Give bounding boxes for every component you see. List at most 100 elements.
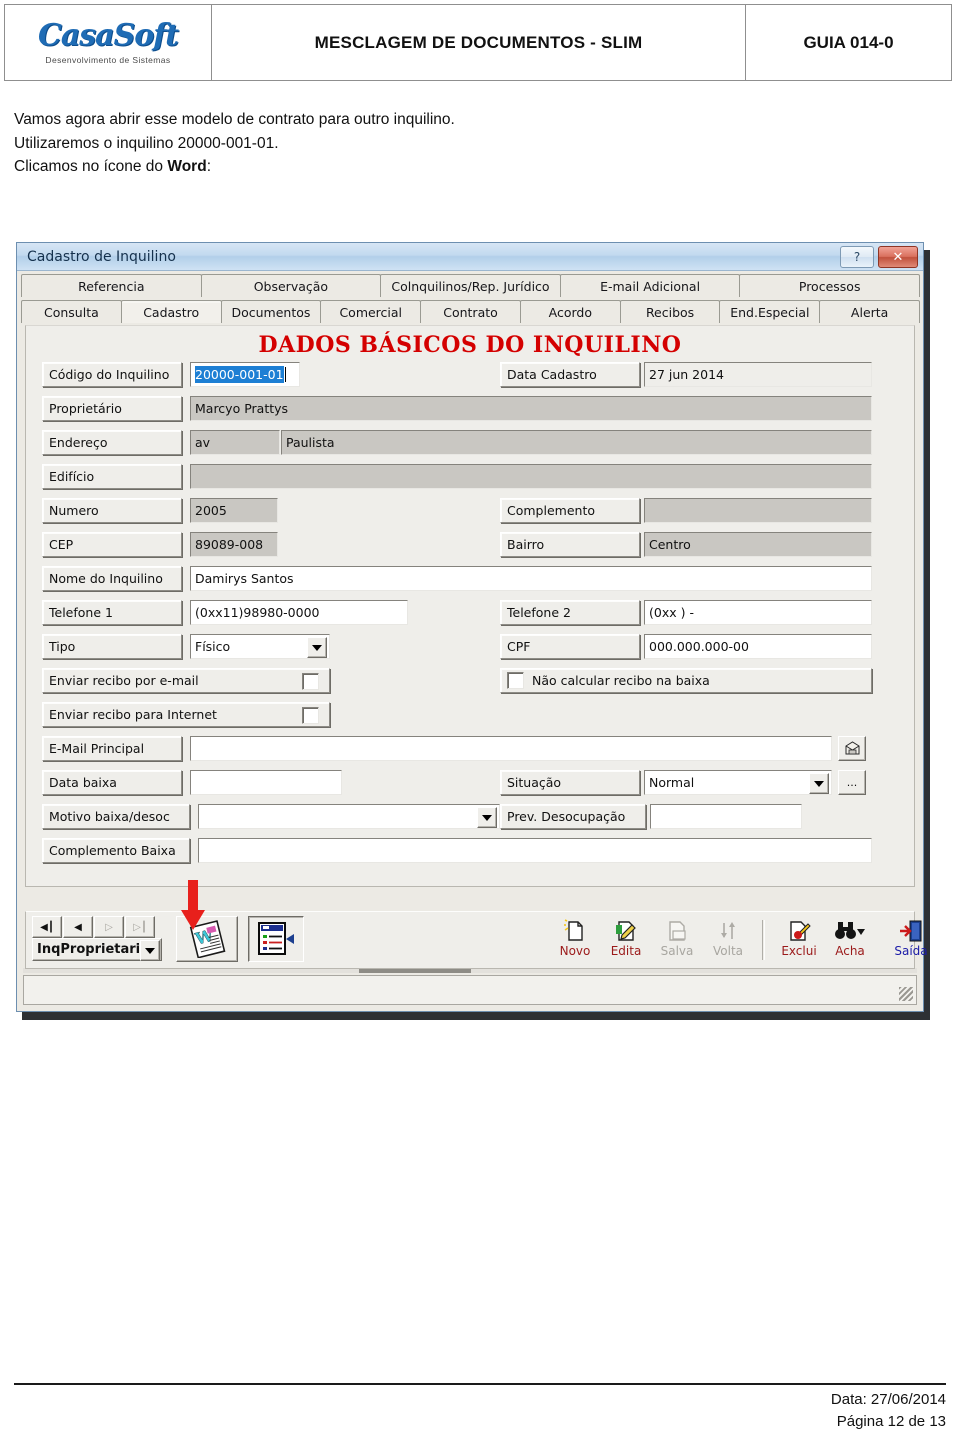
tab-email-adicional[interactable]: E-mail Adicional [559, 274, 741, 297]
first-record-icon[interactable]: ◀┃ [32, 916, 62, 938]
undo-icon [716, 917, 740, 943]
codigo-value: 20000-001-01 [195, 366, 284, 383]
codigo-label: Código do Inquilino [42, 362, 182, 387]
proprietario-input[interactable]: Marcyo Prattys [190, 396, 872, 421]
complemento-baixa-input[interactable] [198, 838, 872, 863]
saida-button[interactable]: Saída [886, 917, 936, 963]
binoculars-search-icon [834, 917, 866, 943]
prev-record-icon[interactable]: ◀ [63, 916, 93, 938]
edita-button[interactable]: Edita [601, 917, 651, 963]
numero-input[interactable]: 2005 [190, 498, 278, 523]
tab-processos[interactable]: Processos [739, 274, 920, 297]
close-button[interactable]: ✕ [878, 246, 918, 268]
header-guide-text: GUIA 014-0 [803, 32, 894, 52]
complemento-label: Complemento [500, 498, 640, 523]
novo-button[interactable]: Novo [550, 917, 600, 963]
tab-contrato[interactable]: Contrato [420, 300, 521, 323]
form-row-endereco: Endereço av Paulista [32, 430, 908, 459]
telefone1-label: Telefone 1 [42, 600, 182, 625]
recibo-internet-checkbox-row[interactable]: Enviar recibo para Internet [42, 702, 330, 727]
bottom-toolbar: ◀┃ ◀ ▷ ▷┃ InqProprietari W Novo Edita Sa… [25, 911, 928, 969]
acha-button[interactable]: Acha [825, 917, 875, 963]
chevron-down-icon[interactable] [809, 773, 829, 794]
complemento-input[interactable] [644, 498, 872, 523]
toolbar-separator [762, 920, 765, 960]
form-row-proprietario: Proprietário Marcyo Prattys [32, 396, 908, 425]
codigo-input[interactable]: 20000-001-01 [190, 362, 300, 387]
tab-observacao[interactable]: Observação [200, 274, 382, 297]
form-row-data-baixa: Data baixa Situação Normal ... [32, 770, 908, 799]
exclui-button[interactable]: Exclui [774, 917, 824, 963]
salva-button[interactable]: Salva [652, 917, 702, 963]
tab-cadastro[interactable]: Cadastro [120, 300, 222, 323]
chevron-down-icon[interactable] [140, 940, 160, 961]
edificio-input[interactable] [190, 464, 872, 489]
prev-desocupacao-input[interactable] [650, 804, 802, 829]
window-titlebar: Cadastro de Inquilino ? ✕ [17, 243, 923, 271]
telefone1-input[interactable]: (0xx11)98980-0000 [190, 600, 408, 625]
tipo-select[interactable]: Físico [190, 634, 330, 659]
cep-input[interactable]: 89089-008 [190, 532, 278, 557]
next-record-icon[interactable]: ▷ [94, 916, 124, 938]
telefone2-input[interactable]: (0xx ) - [644, 600, 872, 625]
edificio-label: Edifício [42, 464, 182, 489]
endereco-input[interactable]: Paulista [281, 430, 872, 455]
resize-grip-icon[interactable] [899, 987, 913, 1001]
bairro-label: Bairro [500, 532, 640, 557]
instruction-line-2: Utilizaremos o inquilino 20000-001-01. [14, 134, 279, 152]
recibo-email-checkbox-row[interactable]: Enviar recibo por e-mail [42, 668, 330, 693]
situacao-value: Normal [649, 775, 695, 790]
source-select[interactable]: InqProprietari [32, 938, 162, 961]
nao-calcular-checkbox[interactable] [507, 672, 524, 689]
email-send-icon[interactable] [838, 736, 866, 761]
tab-alerta[interactable]: Alerta [819, 300, 921, 323]
record-navigation: ◀┃ ◀ ▷ ▷┃ [32, 916, 156, 938]
data-cadastro-input[interactable]: 27 jun 2014 [644, 362, 872, 387]
chevron-down-icon[interactable] [307, 637, 327, 658]
situacao-label: Situação [500, 770, 640, 795]
tab-referencia[interactable]: Referencia [21, 274, 202, 297]
form-row-tipo: Tipo Físico CPF 000.000.000-00 [32, 634, 908, 663]
tab-recibos[interactable]: Recibos [619, 300, 721, 323]
footer: Data: 27/06/2014 Página 12 de 13 [831, 1389, 946, 1433]
last-record-icon[interactable]: ▷┃ [125, 916, 155, 938]
tab-end-especial[interactable]: End.Especial [719, 300, 821, 323]
cpf-input[interactable]: 000.000.000-00 [644, 634, 872, 659]
salva-label: Salva [660, 944, 694, 958]
nome-label: Nome do Inquilino [42, 566, 182, 591]
bairro-input[interactable]: Centro [644, 532, 872, 557]
instruction-text: Vamos agora abrir esse modelo de contrat… [14, 108, 914, 179]
recibo-internet-checkbox[interactable] [302, 707, 319, 724]
saida-label: Saída [894, 944, 928, 958]
chevron-down-icon[interactable] [477, 807, 497, 828]
window-title: Cadastro de Inquilino [27, 248, 176, 265]
situacao-select[interactable]: Normal [644, 770, 832, 795]
form-panel: DADOS BÁSICOS DO INQUILINO Código do Inq… [25, 325, 915, 887]
acha-label: Acha [835, 944, 865, 958]
nao-calcular-checkbox-row[interactable]: Não calcular recibo na baixa [500, 668, 872, 693]
form-row-motivo: Motivo baixa/desoc Prev. Desocupação [32, 804, 908, 833]
recibo-email-checkbox[interactable] [302, 673, 319, 690]
volta-button[interactable]: Volta [703, 917, 753, 963]
footer-date: Data: 27/06/2014 [830, 1391, 946, 1408]
situacao-more-button[interactable]: ... [838, 770, 866, 795]
data-baixa-input[interactable] [190, 770, 342, 795]
tab-documentos[interactable]: Documentos [220, 300, 322, 323]
report-button[interactable] [248, 916, 304, 962]
tab-acordo[interactable]: Acordo [519, 300, 621, 323]
email-principal-input[interactable] [190, 736, 832, 761]
form-row-edificio: Edifício [32, 464, 908, 493]
tab-colnquilinos[interactable]: Colnquilinos/Rep. Jurídico [380, 274, 561, 297]
header-title: MESCLAGEM DE DOCUMENTOS - SLIM [212, 5, 746, 80]
report-list-icon [258, 922, 294, 955]
motivo-select[interactable] [198, 804, 500, 829]
help-button[interactable]: ? [840, 246, 874, 268]
nome-input[interactable]: Damirys Santos [190, 566, 872, 591]
brand-tagline: Desenvolvimento de Sistemas [45, 54, 171, 65]
tab-consulta[interactable]: Consulta [21, 300, 122, 323]
endereco-tipo-input[interactable]: av [190, 430, 280, 455]
tab-comercial[interactable]: Comercial [320, 300, 422, 323]
brand-logo: CasaSoft Desenvolvimento de Sistemas [5, 5, 212, 80]
exclui-label: Exclui [781, 944, 817, 958]
header-guide-code: GUIA 014-0 [746, 5, 951, 80]
